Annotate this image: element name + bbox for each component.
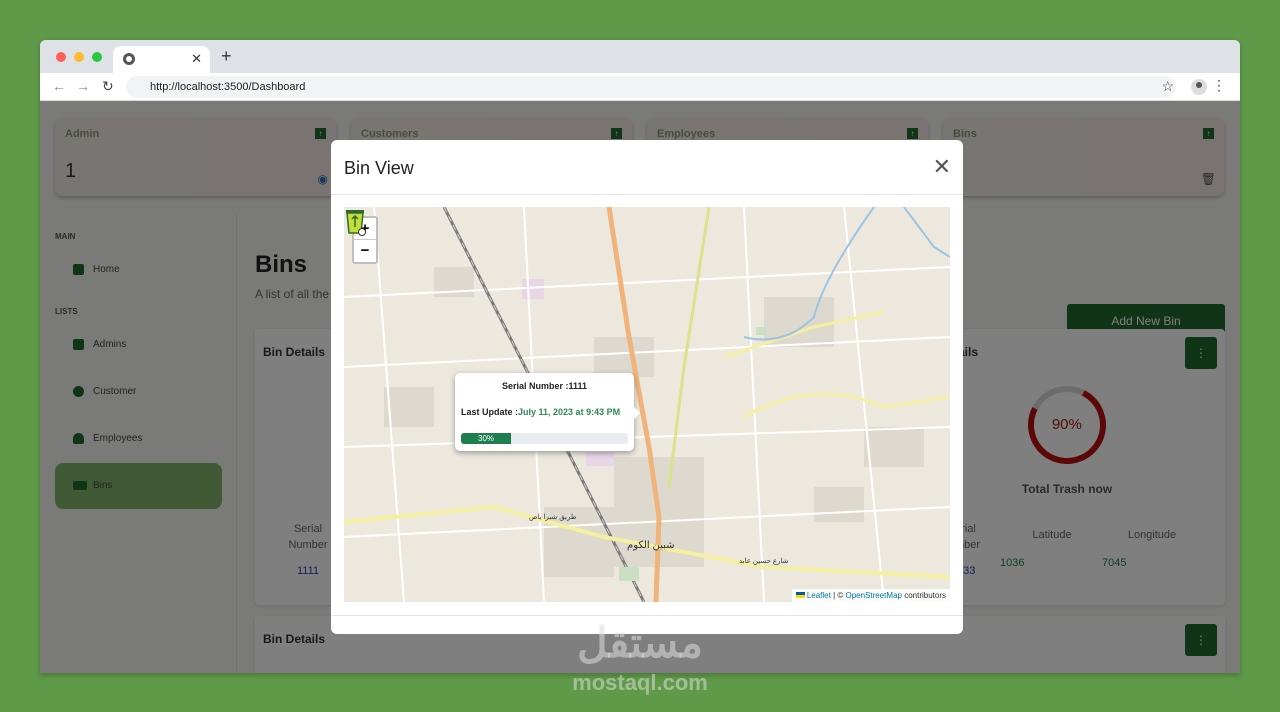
- bookmark-star-icon[interactable]: ☆: [1161, 78, 1174, 95]
- attribution-separator: | ©: [830, 591, 846, 600]
- attribution-suffix: contributors: [901, 591, 946, 600]
- new-tab-button[interactable]: +: [221, 46, 232, 67]
- map-road-label: شارع حسين عابد: [739, 558, 789, 565]
- map-road-label: طريق شبرا باص: [529, 514, 577, 521]
- popup-tip: [634, 407, 640, 419]
- zoom-out-button[interactable]: −: [354, 240, 376, 262]
- last-update-date: July 11, 2023 at 9:43 PM: [518, 407, 621, 417]
- map-attribution: Leaflet | © OpenStreetMap contributors: [791, 589, 950, 602]
- modal-footer-divider: [331, 615, 963, 616]
- back-icon[interactable]: ←: [52, 78, 66, 94]
- close-window-dot[interactable]: [56, 52, 66, 62]
- url-text: http://localhost:3500/Dashboard: [150, 81, 306, 93]
- recycle-bin-marker-icon[interactable]: [344, 207, 366, 237]
- address-bar-row: ← → ↻ http://localhost:3500/Dashboard ☆ …: [40, 73, 1240, 101]
- maximize-window-dot[interactable]: [92, 52, 102, 62]
- forward-icon[interactable]: →: [76, 78, 90, 94]
- watermark-latin: mostaql.com: [572, 670, 708, 695]
- address-bar[interactable]: http://localhost:3500/Dashboard: [126, 76, 1176, 98]
- popup-last-update: Last Update :July 11, 2023 at 9:43 PM: [461, 407, 620, 417]
- chrome-icon: [123, 53, 135, 65]
- leaflet-link[interactable]: Leaflet: [807, 591, 831, 600]
- watermark-arabic: مستقل: [577, 619, 703, 666]
- bin-popup: Serial Number :1111 Last Update :July 11…: [455, 373, 640, 451]
- window-controls: [56, 52, 102, 62]
- profile-avatar-icon[interactable]: [1191, 79, 1207, 95]
- browser-tab[interactable]: ✕: [113, 46, 210, 73]
- fill-level-bar: 30%: [461, 433, 628, 444]
- last-update-label: Last Update :: [461, 407, 519, 417]
- bin-view-modal: Bin View ✕ شبين الكوم طريق شبرا باص شارع…: [331, 140, 963, 634]
- close-tab-icon[interactable]: ✕: [191, 51, 202, 67]
- close-icon[interactable]: ✕: [933, 156, 951, 178]
- modal-header-divider: [331, 194, 963, 195]
- minimize-window-dot[interactable]: [74, 52, 84, 62]
- modal-title: Bin View: [344, 158, 414, 178]
- popup-serial-number: Serial Number :1111: [501, 381, 588, 391]
- reload-icon[interactable]: ↻: [102, 78, 114, 95]
- browser-menu-icon[interactable]: ⋮: [1212, 77, 1226, 94]
- openstreetmap-link[interactable]: OpenStreetMap: [845, 591, 901, 600]
- map-town-label: شبين الكوم: [627, 540, 675, 551]
- fill-level-fill: 30%: [461, 433, 512, 444]
- ukraine-flag-icon: [795, 592, 805, 598]
- map-view[interactable]: شبين الكوم طريق شبرا باص شارع حسين عابد …: [344, 207, 950, 602]
- tab-strip: ✕ +: [40, 40, 1240, 73]
